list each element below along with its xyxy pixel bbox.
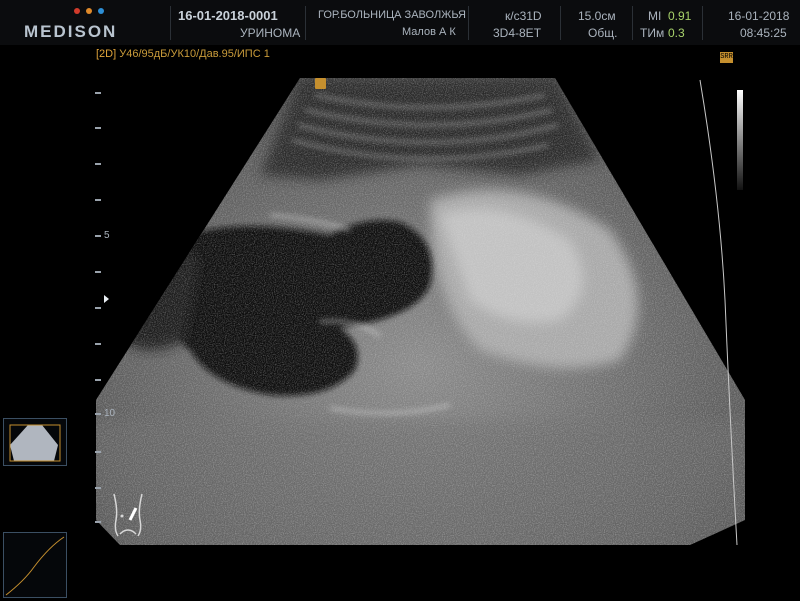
grayscale-bar	[737, 90, 743, 190]
depth-label-5: 5	[104, 230, 110, 241]
probe-sector-thumbnail[interactable]	[3, 418, 67, 466]
body-marker-icon	[113, 493, 143, 537]
srr-badge: SRR	[720, 52, 733, 63]
tgc-curve-thumbnail[interactable]	[3, 532, 67, 598]
probe-orientation-marker	[315, 78, 326, 89]
focus-marker-icon	[104, 295, 109, 303]
depth-label-10: 10	[104, 408, 116, 419]
